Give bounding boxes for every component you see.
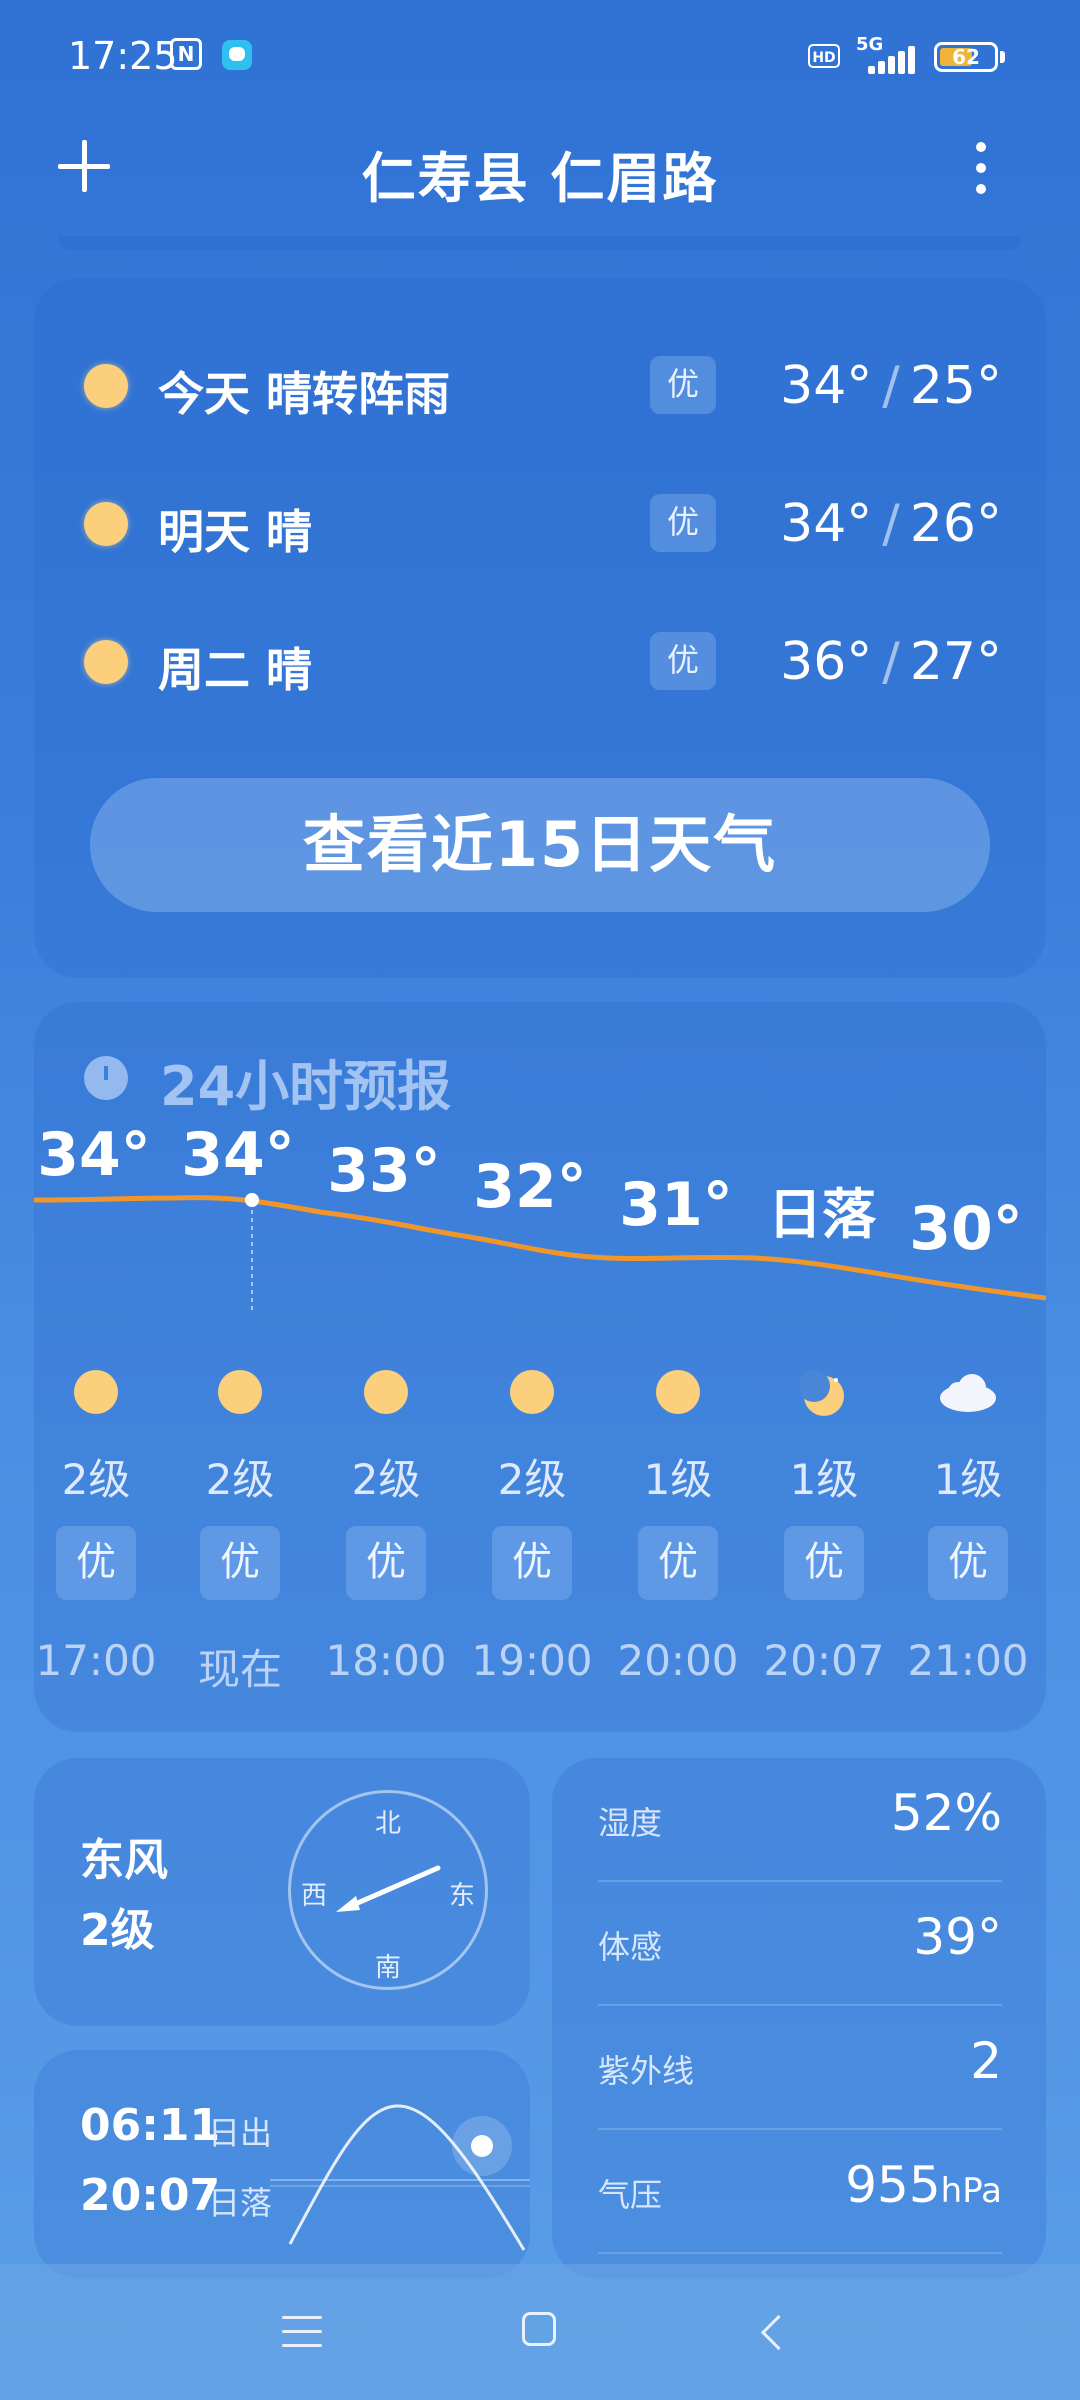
detail-value: 52% [890, 1784, 1002, 1842]
chat-app-icon [222, 40, 252, 70]
sun-position-icon [471, 2135, 493, 2157]
hour-temp: 34° [181, 1120, 295, 1190]
hour-wind-level: 1级 [643, 1455, 713, 1504]
hour-temp: 34° [37, 1120, 151, 1190]
day-row-tuesday[interactable]: 周二 晴 优 36°/27° [34, 622, 1046, 702]
detail-label: 气压 [598, 2176, 663, 2214]
battery-icon: 62 [934, 42, 998, 72]
location-title: 仁寿县 仁眉路 [361, 147, 719, 210]
detail-label: 紫外线 [598, 2052, 695, 2090]
sun-icon [84, 502, 128, 546]
hour-wind-level: 2级 [205, 1455, 275, 1504]
wind-card[interactable]: 东风 2级 北 南 东 西 [34, 1758, 530, 2026]
hour-time: 19:00 [471, 1636, 593, 1685]
wind-info: 东风 2级 [80, 1826, 168, 1966]
battery-level: 62 [952, 45, 980, 69]
hour-time: 20:00 [617, 1636, 739, 1685]
hour-temp: 日落 [768, 1183, 876, 1246]
menu-icon[interactable] [282, 2314, 322, 2348]
hour-wind-level: 2级 [61, 1455, 131, 1504]
temp-range: 34°/25° [780, 356, 1002, 416]
sun-icon [364, 1370, 408, 1414]
cloud-icon [938, 1370, 998, 1418]
humidity-row[interactable]: 湿度 52% [598, 1758, 1002, 1882]
hourly-title: 24小时预报 [160, 1055, 452, 1118]
status-bar: 17:25 N HD 5G 62 [0, 0, 1080, 110]
aqi-badge: 优 [650, 356, 716, 414]
nfc-icon: N [170, 38, 202, 70]
back-icon[interactable] [760, 2314, 797, 2351]
uv-row[interactable]: 紫外线 2 [598, 2006, 1002, 2130]
detail-value: 955hPa [845, 2156, 1002, 2214]
hour-aqi-badge: 优 [928, 1526, 1008, 1600]
hd-icon: HD [808, 44, 840, 68]
add-city-button[interactable] [54, 136, 114, 196]
temp-range: 36°/27° [780, 632, 1002, 692]
sun-icon [84, 364, 128, 408]
status-time: 17:25 [68, 34, 178, 78]
hour-time: 20:07 [763, 1636, 885, 1685]
aqi-badge: 优 [650, 494, 716, 552]
hour-temp: 33° [327, 1136, 441, 1206]
hour-time: 17:00 [35, 1636, 157, 1685]
hour-aqi-badge: 优 [200, 1526, 280, 1600]
navigation-bar [0, 2264, 1080, 2400]
home-icon[interactable] [522, 2312, 556, 2346]
day-label: 周二 晴 [158, 643, 313, 697]
detail-label: 体感 [598, 1928, 663, 1966]
wind-direction: 东风 [80, 1835, 168, 1886]
sunrise-time: 06:11 [80, 2100, 221, 2151]
wind-arrow-icon [336, 1865, 441, 1912]
hour-wind-level: 2级 [351, 1455, 421, 1504]
sun-icon [218, 1370, 262, 1414]
card-edge [58, 236, 1022, 250]
hour-wind-level: 2级 [497, 1455, 567, 1504]
hour-time: 21:00 [907, 1636, 1029, 1685]
aqi-badge: 优 [650, 632, 716, 690]
view-15-day-button[interactable]: 查看近15日天气 [90, 778, 990, 912]
hourly-forecast-card: 24小时预报 34° 2级优 17:00 34° 2级优现在 33° 2级优 18:00 32°… [34, 1002, 1046, 1732]
day-row-today[interactable]: 今天 晴转阵雨 优 34°/25° [34, 346, 1046, 426]
hour-time: 现在 [197, 1645, 282, 1694]
temp-range: 34°/26° [780, 494, 1002, 554]
sunset-label: 日落 [208, 2184, 273, 2222]
hour-wind-level: 1级 [933, 1455, 1003, 1504]
sun-arc [270, 2104, 530, 2251]
daily-forecast-card: 今天 晴转阵雨 优 34°/25° 明天 晴 优 34°/26° 周二 晴 优 … [34, 278, 1046, 978]
feels-like-row[interactable]: 体感 39° [598, 1882, 1002, 2006]
hour-aqi-badge: 优 [346, 1526, 426, 1600]
sunrise-label: 日出 [208, 2114, 273, 2152]
day-label: 明天 晴 [158, 505, 313, 559]
detail-label: 湿度 [598, 1804, 663, 1842]
details-card: 湿度 52% 体感 39° 紫外线 2 气压 955hPa [552, 1758, 1046, 2278]
hour-aqi-badge: 优 [56, 1526, 136, 1600]
sunrise-sunset-card[interactable]: 06:11 日出 20:07 日落 [34, 2050, 530, 2278]
hour-time: 18:00 [325, 1636, 447, 1685]
detail-value: 39° [913, 1908, 1002, 1966]
sun-icon [84, 640, 128, 684]
sunset-time: 20:07 [80, 2170, 221, 2221]
sun-icon [510, 1370, 554, 1414]
clock-icon [84, 1056, 128, 1100]
hour-temp: 32° [473, 1152, 587, 1222]
more-options-button[interactable] [960, 138, 1000, 198]
sun-icon [74, 1370, 118, 1414]
hour-temp: 31° [619, 1170, 733, 1240]
hour-aqi-badge: 优 [638, 1526, 718, 1600]
signal-icon [858, 44, 922, 74]
wind-compass: 北 南 东 西 [288, 1790, 488, 1990]
hour-aqi-badge: 优 [492, 1526, 572, 1600]
hour-aqi-badge: 优 [784, 1526, 864, 1600]
wind-level: 2级 [80, 1905, 155, 1956]
hour-temp: 30° [909, 1194, 1023, 1264]
day-row-tomorrow[interactable]: 明天 晴 优 34°/26° [34, 484, 1046, 564]
moon-icon [798, 1370, 848, 1422]
top-bar: 仁寿县 仁眉路 [0, 110, 1080, 230]
detail-value: 2 [970, 2032, 1002, 2090]
day-label: 今天 晴转阵雨 [158, 367, 451, 421]
pressure-row[interactable]: 气压 955hPa [598, 2130, 1002, 2254]
hour-wind-level: 1级 [789, 1455, 859, 1504]
sun-icon [656, 1370, 700, 1414]
